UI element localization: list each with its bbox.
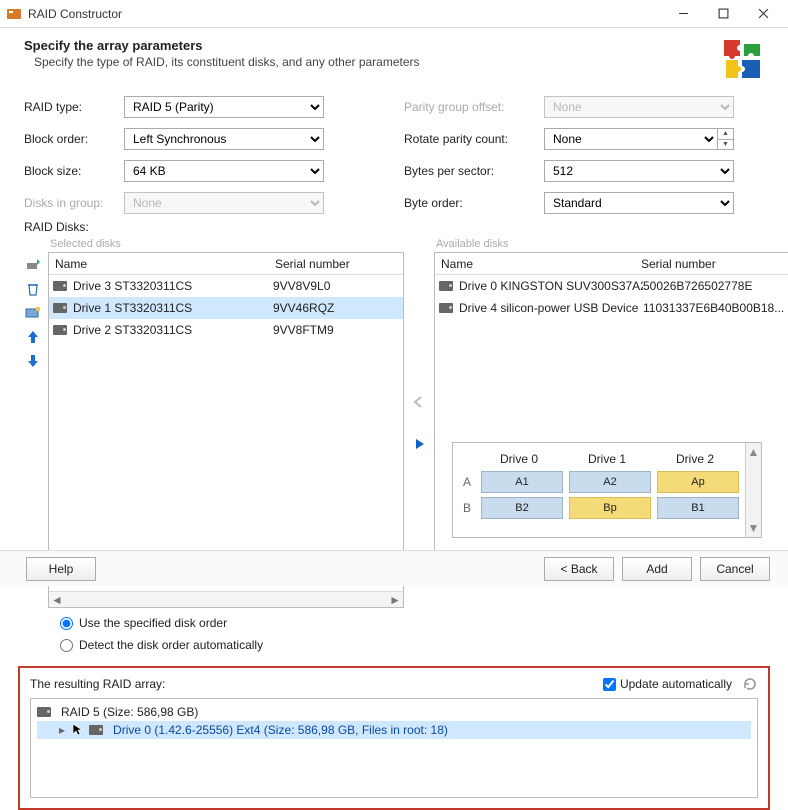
move-left-icon[interactable]: [410, 393, 428, 411]
byte-order-select[interactable]: Standard: [544, 192, 734, 214]
matrix-header: Drive 2: [651, 452, 739, 466]
available-disks-caption: Available disks: [434, 238, 788, 252]
minimize-button[interactable]: [664, 1, 702, 27]
parameters-form: RAID type: RAID 5 (Parity) Block order: …: [0, 96, 788, 214]
selected-col-serial: Serial number: [269, 257, 356, 271]
disks-in-group-select: None: [124, 192, 324, 214]
drive-icon: [53, 303, 67, 313]
wizard-header: Specify the array parameters Specify the…: [0, 28, 788, 96]
raid-type-select[interactable]: RAID 5 (Parity): [124, 96, 324, 118]
expand-icon[interactable]: ▸: [59, 723, 65, 737]
wizard-footer: Help < Back Add Cancel: [0, 550, 788, 586]
matrix-cell: Ap: [657, 471, 739, 493]
block-size-label: Block size:: [24, 164, 124, 178]
window-title: RAID Constructor: [28, 7, 664, 21]
matrix-cell: B2: [481, 497, 563, 519]
move-right-icon[interactable]: [410, 435, 428, 453]
table-row[interactable]: Drive 2 ST3320311CS9VV8FTM9: [49, 319, 403, 341]
detect-order-auto-radio[interactable]: Detect the disk order automatically: [60, 638, 728, 652]
titlebar: RAID Constructor: [0, 0, 788, 28]
available-col-name: Name: [435, 257, 635, 271]
table-row[interactable]: Drive 1 ST3320311CS9VV46RQZ: [49, 297, 403, 319]
drive-icon: [89, 725, 103, 735]
selected-col-name: Name: [49, 257, 269, 271]
parity-offset-label: Parity group offset:: [404, 100, 544, 114]
table-row[interactable]: Drive 3 ST3320311CS9VV8V9L0: [49, 275, 403, 297]
matrix-cell: B1: [657, 497, 739, 519]
rotate-parity-spinner[interactable]: ▲▼: [718, 128, 734, 150]
available-col-serial: Serial number: [635, 257, 722, 271]
drive-icon: [37, 707, 51, 717]
table-row[interactable]: Drive 4 silicon-power USB Device11031337…: [435, 297, 788, 319]
add-button[interactable]: Add: [622, 557, 692, 581]
block-order-select[interactable]: Left Synchronous: [124, 128, 324, 150]
result-child: Drive 0 (1.42.6-25556) Ext4 (Size: 586,9…: [113, 723, 448, 737]
matrix-scrollbar[interactable]: ▲▼: [745, 443, 761, 537]
byte-order-label: Byte order:: [404, 196, 544, 210]
matrix-cell: A2: [569, 471, 651, 493]
raid-type-label: RAID type:: [24, 100, 124, 114]
delete-disk-icon[interactable]: [24, 280, 42, 298]
help-button[interactable]: Help: [26, 557, 96, 581]
page-subheading: Specify the type of RAID, its constituen…: [24, 55, 420, 69]
cursor-icon: [71, 723, 85, 737]
move-down-icon[interactable]: [24, 352, 42, 370]
matrix-row: BB2BpB1: [459, 495, 739, 521]
result-tree[interactable]: RAID 5 (Size: 586,98 GB) ▸ Drive 0 (1.42…: [30, 698, 758, 798]
matrix-row: AA1A2Ap: [459, 469, 739, 495]
raid-disks-label: RAID Disks:: [0, 214, 788, 238]
table-row[interactable]: Drive 0 KINGSTON SUV300S37A240G50026B726…: [435, 275, 788, 297]
bytes-per-sector-label: Bytes per sector:: [404, 164, 544, 178]
result-root: RAID 5 (Size: 586,98 GB): [61, 705, 198, 719]
selected-scrollbar[interactable]: ◄►: [49, 591, 403, 607]
page-heading: Specify the array parameters: [24, 38, 420, 53]
use-specified-order-radio[interactable]: Use the specified disk order: [60, 616, 728, 630]
cancel-button[interactable]: Cancel: [700, 557, 770, 581]
rotate-parity-select[interactable]: None: [544, 128, 718, 150]
rotate-parity-label: Rotate parity count:: [404, 132, 544, 146]
add-disk-icon[interactable]: [24, 256, 42, 274]
puzzle-icon: [720, 38, 764, 82]
app-icon: [6, 6, 22, 22]
close-button[interactable]: [744, 1, 782, 27]
matrix-header: Drive 0: [475, 452, 563, 466]
parity-offset-select: None: [544, 96, 734, 118]
maximize-button[interactable]: [704, 1, 742, 27]
parity-layout-matrix: Drive 0Drive 1Drive 2 AA1A2ApBB2BpB1 ▲▼: [452, 442, 762, 538]
move-up-icon[interactable]: [24, 328, 42, 346]
drive-icon: [439, 281, 453, 291]
bytes-per-sector-select[interactable]: 512: [544, 160, 734, 182]
refresh-icon[interactable]: [742, 676, 758, 692]
matrix-header: Drive 1: [563, 452, 651, 466]
drive-icon: [53, 325, 67, 335]
update-automatically-checkbox[interactable]: Update automatically: [603, 677, 732, 691]
matrix-cell: Bp: [569, 497, 651, 519]
back-button[interactable]: < Back: [544, 557, 614, 581]
disks-in-group-label: Disks in group:: [24, 196, 124, 210]
resulting-array-panel: The resulting RAID array: Update automat…: [18, 666, 770, 810]
disk-props-icon[interactable]: [24, 304, 42, 322]
block-order-label: Block order:: [24, 132, 124, 146]
selected-disks-caption: Selected disks: [48, 238, 404, 252]
block-size-select[interactable]: 64 KB: [124, 160, 324, 182]
drive-icon: [53, 281, 67, 291]
drive-icon: [439, 303, 453, 313]
resulting-array-caption: The resulting RAID array:: [30, 677, 603, 691]
matrix-cell: A1: [481, 471, 563, 493]
